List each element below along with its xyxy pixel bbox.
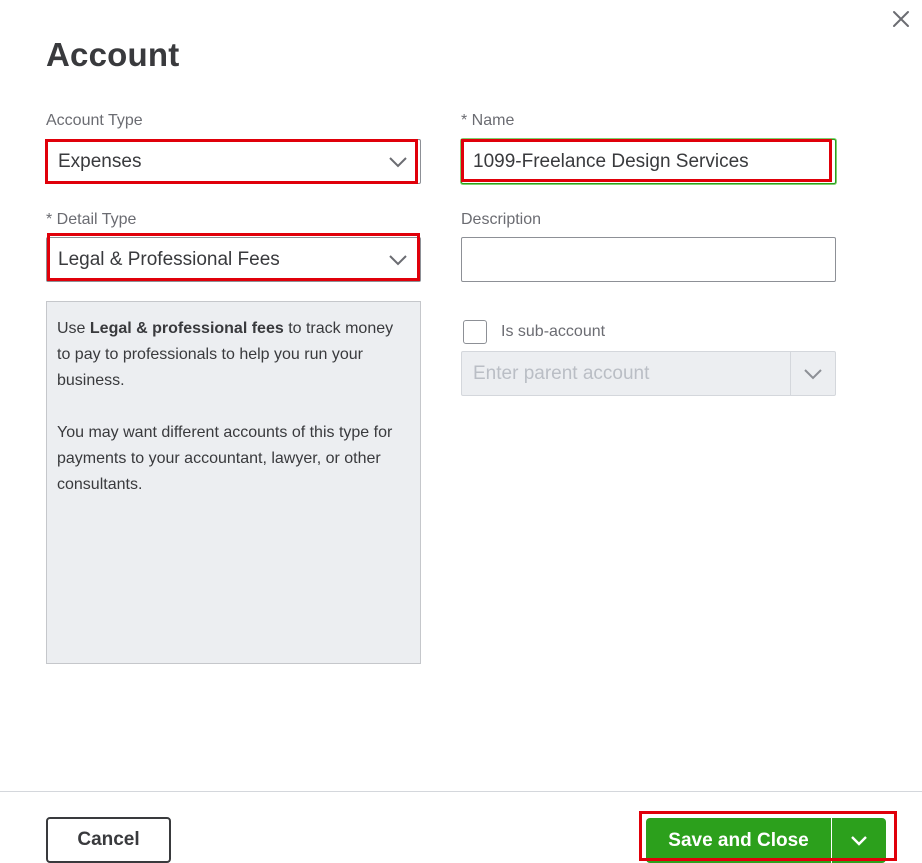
detail-type-info-box: Use Legal & professional fees to track m…	[46, 301, 421, 664]
save-and-close-button[interactable]: Save and Close	[646, 818, 831, 863]
save-options-dropdown-button[interactable]	[832, 818, 886, 863]
account-type-select[interactable]: Expenses	[46, 139, 421, 184]
info-paragraph-1: Use Legal & professional fees to track m…	[57, 320, 394, 389]
parent-account-placeholder: Enter parent account	[473, 362, 650, 384]
parent-account-divider	[790, 352, 791, 395]
description-label: Description	[461, 211, 542, 228]
chevron-down-icon	[389, 254, 407, 265]
info-paragraph-2: You may want different accounts of this …	[57, 424, 393, 493]
chevron-down-icon	[851, 835, 867, 846]
dialog-title: Account	[46, 36, 180, 73]
name-label: * Name	[461, 112, 515, 129]
chevron-down-icon	[389, 156, 407, 167]
account-type-value: Expenses	[58, 150, 142, 172]
footer-divider	[0, 791, 922, 792]
sub-account-label: Is sub-account	[501, 323, 606, 340]
sub-account-checkbox[interactable]	[463, 320, 487, 344]
description-input[interactable]	[461, 237, 836, 282]
parent-account-select: Enter parent account	[461, 351, 836, 396]
cancel-button[interactable]: Cancel	[46, 817, 171, 863]
close-icon[interactable]	[888, 6, 914, 32]
detail-type-select[interactable]: Legal & Professional Fees	[46, 237, 421, 282]
account-type-label: Account Type	[46, 112, 143, 129]
detail-type-label: * Detail Type	[46, 211, 137, 228]
name-value: 1099-Freelance Design Services	[473, 150, 749, 172]
detail-type-value: Legal & Professional Fees	[58, 248, 280, 270]
name-input[interactable]: 1099-Freelance Design Services	[461, 139, 836, 184]
chevron-down-icon	[804, 368, 822, 379]
